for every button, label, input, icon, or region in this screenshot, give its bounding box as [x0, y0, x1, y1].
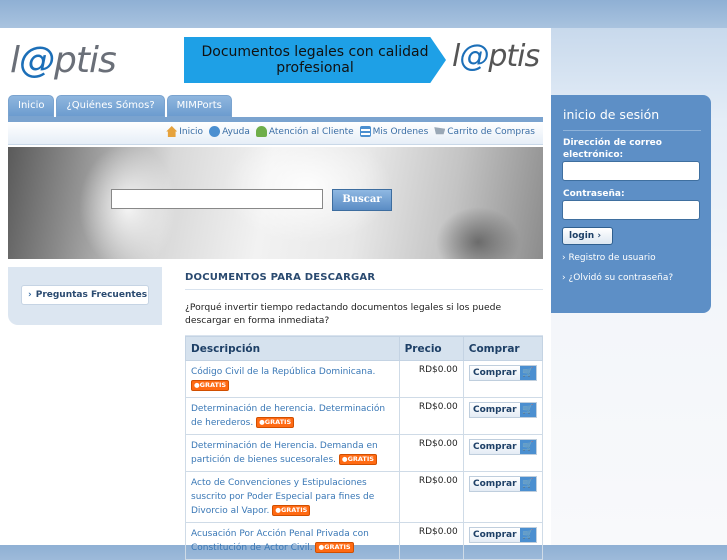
price-cell: RD$0.00 [398, 397, 464, 435]
help-icon [209, 126, 221, 137]
main-tabs: Inicio ¿Quiénes Sómos? MIMPorts [8, 95, 232, 117]
people-icon [255, 126, 267, 137]
buy-button[interactable]: Comprar 🛒 [468, 476, 537, 492]
subnav-customer-service[interactable]: Atención al Cliente [255, 126, 354, 137]
hero-banner: Buscar [8, 147, 543, 259]
buy-button[interactable]: Comprar 🛒 [468, 439, 537, 455]
price-cell: RD$0.00 [398, 360, 464, 398]
subnav-cart[interactable]: Carrito de Compras [434, 126, 535, 137]
buy-cell: Comprar 🛒 [462, 522, 544, 560]
cart-icon: 🛒 [519, 403, 536, 417]
gratis-badge: ●GRATIS [338, 454, 377, 465]
buy-button[interactable]: Comprar 🛒 [468, 527, 537, 543]
main-content: DOCUMENTOS PARA DESCARGAR ¿Porqué invert… [185, 267, 543, 336]
buy-cell: Comprar 🛒 [462, 360, 544, 398]
cart-icon [434, 127, 446, 135]
table-row: Determinación de herencia. Determinación… [185, 397, 544, 435]
gratis-badge: ●GRATIS [315, 542, 354, 553]
chevron-right-icon: › [28, 290, 32, 300]
email-field[interactable] [562, 161, 700, 181]
table-row: Código Civil de la República Dominicana.… [185, 360, 544, 398]
password-field[interactable] [562, 200, 700, 220]
section-title: DOCUMENTOS PARA DESCARGAR [185, 272, 376, 283]
table-row: Acusación Por Acción Penal Privada con C… [185, 522, 544, 560]
site-logo[interactable]: l@ptis [10, 40, 117, 81]
login-button[interactable]: login › [562, 227, 613, 245]
chevron-right-icon: › [597, 231, 602, 241]
doc-cell: Acto de Convenciones y Estipulaciones su… [185, 471, 400, 523]
buy-cell: Comprar 🛒 [462, 434, 544, 472]
password-label: Contraseña: [563, 189, 625, 199]
buy-cell: Comprar 🛒 [462, 471, 544, 523]
divider [563, 130, 701, 131]
gratis-badge: ●GRATIS [191, 380, 230, 391]
gratis-badge: ●GRATIS [272, 505, 311, 516]
price-cell: RD$0.00 [398, 522, 464, 560]
buy-button[interactable]: Comprar 🛒 [468, 402, 537, 418]
cart-icon: 🛒 [519, 477, 536, 491]
tab-inicio[interactable]: Inicio [8, 95, 55, 117]
price-cell: RD$0.00 [398, 434, 464, 472]
intro-text: ¿Porqué invertir tiempo redactando docum… [185, 302, 502, 326]
chevron-right-icon: › [562, 273, 566, 283]
doc-cell: Determinación de herencia. Determinación… [185, 397, 400, 435]
price-cell: RD$0.00 [398, 471, 464, 523]
sub-navigation: Inicio Ayuda Atención al Cliente Mis Ord… [8, 122, 543, 145]
login-panel: inicio de sesión Dirección de correo ele… [551, 95, 711, 313]
table-row: Determinación de Herencia. Demanda en pa… [185, 434, 544, 472]
cart-icon: 🛒 [519, 440, 536, 454]
cart-icon: 🛒 [519, 528, 536, 542]
subnav-help[interactable]: Ayuda [209, 126, 250, 137]
sidebar-box: › Preguntas Frecuentes [8, 267, 162, 325]
register-link[interactable]: › Registro de usuario [562, 253, 656, 263]
subnav-home[interactable]: Inicio [166, 126, 203, 137]
faq-button[interactable]: › Preguntas Frecuentes [21, 285, 149, 305]
banner-logo: l@ptis [452, 39, 540, 74]
banner-text: Documentos legales con calidad profesion… [184, 37, 446, 83]
tab-mimports[interactable]: MIMPorts [166, 95, 232, 117]
table-row: Acto de Convenciones y Estipulaciones su… [185, 471, 544, 523]
tab-quienes-somos[interactable]: ¿Quiénes Sómos? [56, 95, 165, 117]
list-icon [359, 126, 371, 137]
gratis-badge: ●GRATIS [256, 417, 295, 428]
table-header-row: Descripción Precio Comprar [185, 336, 544, 361]
doc-cell: Acusación Por Acción Penal Privada con C… [185, 522, 400, 560]
search-input[interactable] [111, 189, 323, 209]
documents-table: Descripción Precio Comprar Código Civil … [185, 336, 544, 560]
buy-cell: Comprar 🛒 [462, 397, 544, 435]
home-icon [166, 126, 178, 137]
header-buy: Comprar [462, 336, 544, 361]
cart-icon: 🛒 [519, 366, 536, 380]
login-title: inicio de sesión [563, 107, 660, 122]
search-button[interactable]: Buscar [332, 189, 392, 211]
doc-cell: Determinación de Herencia. Demanda en pa… [185, 434, 400, 472]
header-description: Descripción [185, 336, 400, 361]
divider [185, 289, 543, 290]
forgot-password-link[interactable]: › ¿Olvidó su contraseña? [562, 273, 673, 283]
email-label: Dirección de correo electrónico: [563, 138, 662, 160]
doc-link[interactable]: Código Civil de la República Dominicana. [191, 367, 375, 377]
buy-button[interactable]: Comprar 🛒 [468, 365, 537, 381]
header-banner[interactable]: Documentos legales con calidad profesion… [184, 37, 544, 83]
subnav-my-orders[interactable]: Mis Ordenes [359, 126, 428, 137]
header-price: Precio [398, 336, 464, 361]
doc-cell: Código Civil de la República Dominicana.… [185, 360, 400, 398]
chevron-right-icon: › [562, 253, 566, 263]
